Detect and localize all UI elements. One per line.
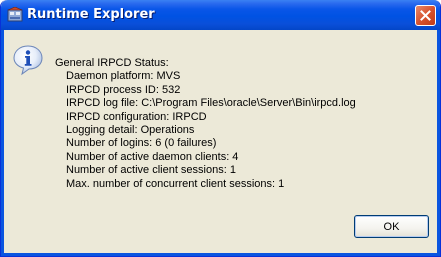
window-title: Runtime Explorer [27, 7, 155, 22]
status-line-client-sessions: Number of active client sessions: 1 [66, 164, 236, 177]
status-line-logging-detail: Logging detail: Operations [66, 124, 195, 137]
status-heading: General IRPCD Status: [55, 57, 169, 69]
status-message: General IRPCD Status: Daemon platform: M… [55, 57, 356, 191]
title-bar[interactable]: Runtime Explorer [1, 0, 440, 30]
ok-button[interactable]: OK [354, 215, 429, 238]
status-line-daemon-clients: Number of active daemon clients: 4 [66, 150, 239, 163]
window-frame-bottom [1, 253, 440, 256]
status-line-logins: Number of logins: 6 (0 failures) [66, 137, 217, 150]
window-frame-left [1, 30, 4, 256]
app-icon [7, 7, 23, 22]
close-button[interactable] [415, 5, 436, 26]
status-line-platform: Daemon platform: MVS [66, 70, 181, 83]
close-icon [420, 10, 431, 21]
status-line-log-file: IRPCD log file: C:\Program Files\oracle\… [66, 97, 356, 110]
info-icon [13, 45, 43, 76]
window-frame-right [437, 30, 440, 256]
status-line-max-sessions: Max. number of concurrent client session… [66, 177, 285, 190]
status-line-process-id: IRPCD process ID: 532 [66, 83, 181, 96]
runtime-explorer-dialog: Runtime Explorer General IRPCD Status: D… [0, 0, 441, 257]
status-line-configuration: IRPCD configuration: IRPCD [66, 110, 207, 123]
